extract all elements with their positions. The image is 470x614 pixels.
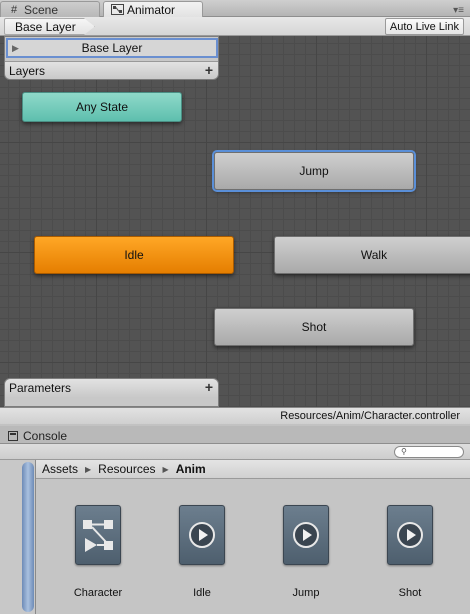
asset-item-shot[interactable]: Shot [365, 505, 455, 599]
asset-item-jump[interactable]: Jump [261, 505, 351, 599]
asset-breadcrumb: Assets ▶ Resources ▶ Anim [36, 460, 470, 479]
animation-clip-icon [387, 505, 433, 565]
search-icon: ⚲ [401, 447, 407, 456]
asset-label: Idle [193, 587, 211, 599]
animation-clip-icon [283, 505, 329, 565]
project-folder-sidebar [0, 460, 36, 614]
asset-item-idle[interactable]: Idle [157, 505, 247, 599]
layer-item-label: Base Layer [81, 41, 143, 55]
tab-scene[interactable]: # Scene [0, 1, 100, 17]
add-layer-button[interactable]: + [205, 62, 213, 79]
layer-breadcrumb[interactable]: Base Layer [4, 18, 95, 35]
parameters-panel: Parameters + [4, 378, 219, 407]
project-toolbar: ⚲ [0, 444, 470, 460]
layers-header-label: Layers [9, 63, 46, 78]
parameters-header-label: Parameters [9, 381, 72, 395]
breadcrumb-assets[interactable]: Assets [42, 462, 78, 476]
animator-toolbar: Base Layer Auto Live Link [0, 17, 470, 36]
play-icon [189, 522, 215, 548]
window-menu-icon[interactable]: ▾≡ [453, 5, 464, 16]
controller-path: Resources/Anim/Character.controller [280, 410, 460, 422]
play-icon [293, 522, 319, 548]
tab-console[interactable]: Console [4, 427, 73, 444]
asset-grid: Character Idle Jump Shot [36, 479, 470, 614]
animator-controller-icon [75, 505, 121, 565]
scene-grid-icon: # [10, 3, 18, 16]
state-any-state[interactable]: Any State [22, 92, 182, 122]
tab-scene-label: Scene [24, 2, 59, 17]
animation-clip-icon [179, 505, 225, 565]
breadcrumb-arrow-icon: ▶ [85, 464, 92, 474]
animator-graph[interactable]: ▶ Base Layer Layers + Any State Jump Idl… [0, 36, 470, 407]
asset-label: Character [73, 587, 123, 599]
breadcrumb-arrow-icon: ▶ [162, 464, 169, 474]
play-icon [397, 522, 423, 548]
console-icon [8, 430, 18, 441]
auto-live-link-button[interactable]: Auto Live Link [384, 18, 464, 35]
console-tab-bar: Console [0, 426, 470, 444]
state-idle[interactable]: Idle [34, 236, 234, 274]
asset-label: Jump [292, 587, 320, 599]
sidebar-scrollbar[interactable] [22, 462, 34, 612]
asset-label: Shot [398, 587, 422, 599]
layers-header: Layers + [5, 61, 218, 79]
state-jump[interactable]: Jump [214, 152, 414, 190]
layers-panel: ▶ Base Layer Layers + [4, 36, 219, 80]
animator-icon [110, 4, 124, 16]
parameters-header: Parameters + [5, 379, 218, 397]
controller-path-bar: Resources/Anim/Character.controller [0, 407, 470, 424]
asset-item-character[interactable]: Character [53, 505, 143, 599]
search-input[interactable]: ⚲ [394, 446, 464, 458]
state-shot[interactable]: Shot [214, 308, 414, 346]
tab-animator[interactable]: Animator [103, 1, 203, 17]
breadcrumb-anim[interactable]: Anim [176, 462, 206, 476]
add-parameter-button[interactable]: + [205, 379, 213, 396]
editor-tab-bar: # Scene Animator ▾≡ [0, 0, 470, 17]
breadcrumb-resources[interactable]: Resources [98, 462, 155, 476]
layer-item-base-layer[interactable]: ▶ Base Layer [6, 38, 218, 58]
tab-animator-label: Animator [127, 2, 176, 17]
state-walk[interactable]: Walk [274, 236, 470, 274]
tab-console-label: Console [23, 428, 68, 443]
expand-triangle-icon[interactable]: ▶ [12, 43, 19, 54]
